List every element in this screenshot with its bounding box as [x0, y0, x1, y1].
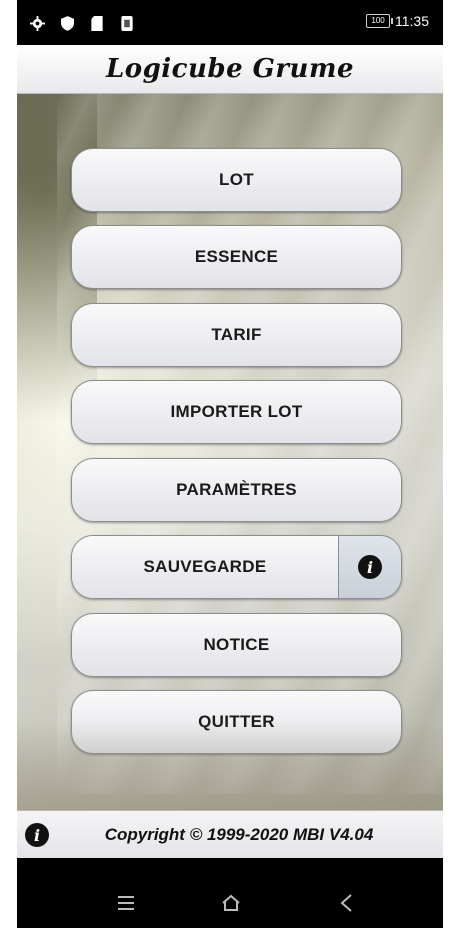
footer: i Copyright © 1999-2020 MBI V4.04 — [17, 810, 443, 859]
home-icon[interactable] — [211, 888, 251, 918]
app-header: Logicube Grume — [17, 45, 443, 94]
importer-lot-button[interactable]: IMPORTER LOT — [71, 380, 402, 444]
quitter-button-label: QUITTER — [198, 712, 275, 731]
sdcard-icon — [89, 15, 105, 31]
battery-icon: 100 — [366, 14, 393, 28]
notification-icon — [119, 15, 135, 31]
parametres-button-label: PARAMÈTRES — [176, 480, 297, 499]
info-icon: i — [358, 555, 382, 579]
notice-button-label: NOTICE — [203, 635, 270, 654]
clock: 11:35 — [395, 13, 429, 29]
main-content: LOT ESSENCE TARIF IMPORTER LOT PARAMÈTRE… — [17, 94, 443, 810]
status-bar: 100 11:35 — [17, 0, 443, 45]
sauvegarde-button-label: SAUVEGARDE — [143, 557, 267, 576]
sauvegarde-info-button[interactable]: i — [338, 536, 401, 598]
phone-screen: 100 11:35 Logicube Grume LOT ESSENCE TAR… — [17, 0, 443, 928]
gear-icon — [29, 15, 45, 31]
lot-button[interactable]: LOT — [71, 148, 402, 212]
tarif-button-label: TARIF — [211, 325, 262, 344]
parametres-button[interactable]: PARAMÈTRES — [71, 458, 402, 522]
sauvegarde-group: SAUVEGARDE i — [71, 535, 402, 599]
essence-button-label: ESSENCE — [194, 247, 279, 266]
shield-icon — [59, 15, 75, 31]
essence-button[interactable]: ESSENCE — [71, 225, 402, 289]
about-info-icon[interactable]: i — [25, 823, 49, 847]
menu-icon[interactable] — [106, 888, 146, 918]
sauvegarde-button[interactable]: SAUVEGARDE — [72, 536, 338, 598]
navigation-bar — [17, 858, 443, 928]
importer-lot-button-label: IMPORTER LOT — [170, 402, 303, 421]
back-icon[interactable] — [326, 888, 366, 918]
copyright-text: Copyright © 1999-2020 MBI V4.04 — [104, 825, 374, 844]
quitter-button[interactable]: QUITTER — [71, 690, 402, 754]
tarif-button[interactable]: TARIF — [71, 303, 402, 367]
app-title: Logicube Grume — [105, 54, 355, 84]
notice-button[interactable]: NOTICE — [71, 613, 402, 677]
lot-button-label: LOT — [219, 170, 254, 189]
